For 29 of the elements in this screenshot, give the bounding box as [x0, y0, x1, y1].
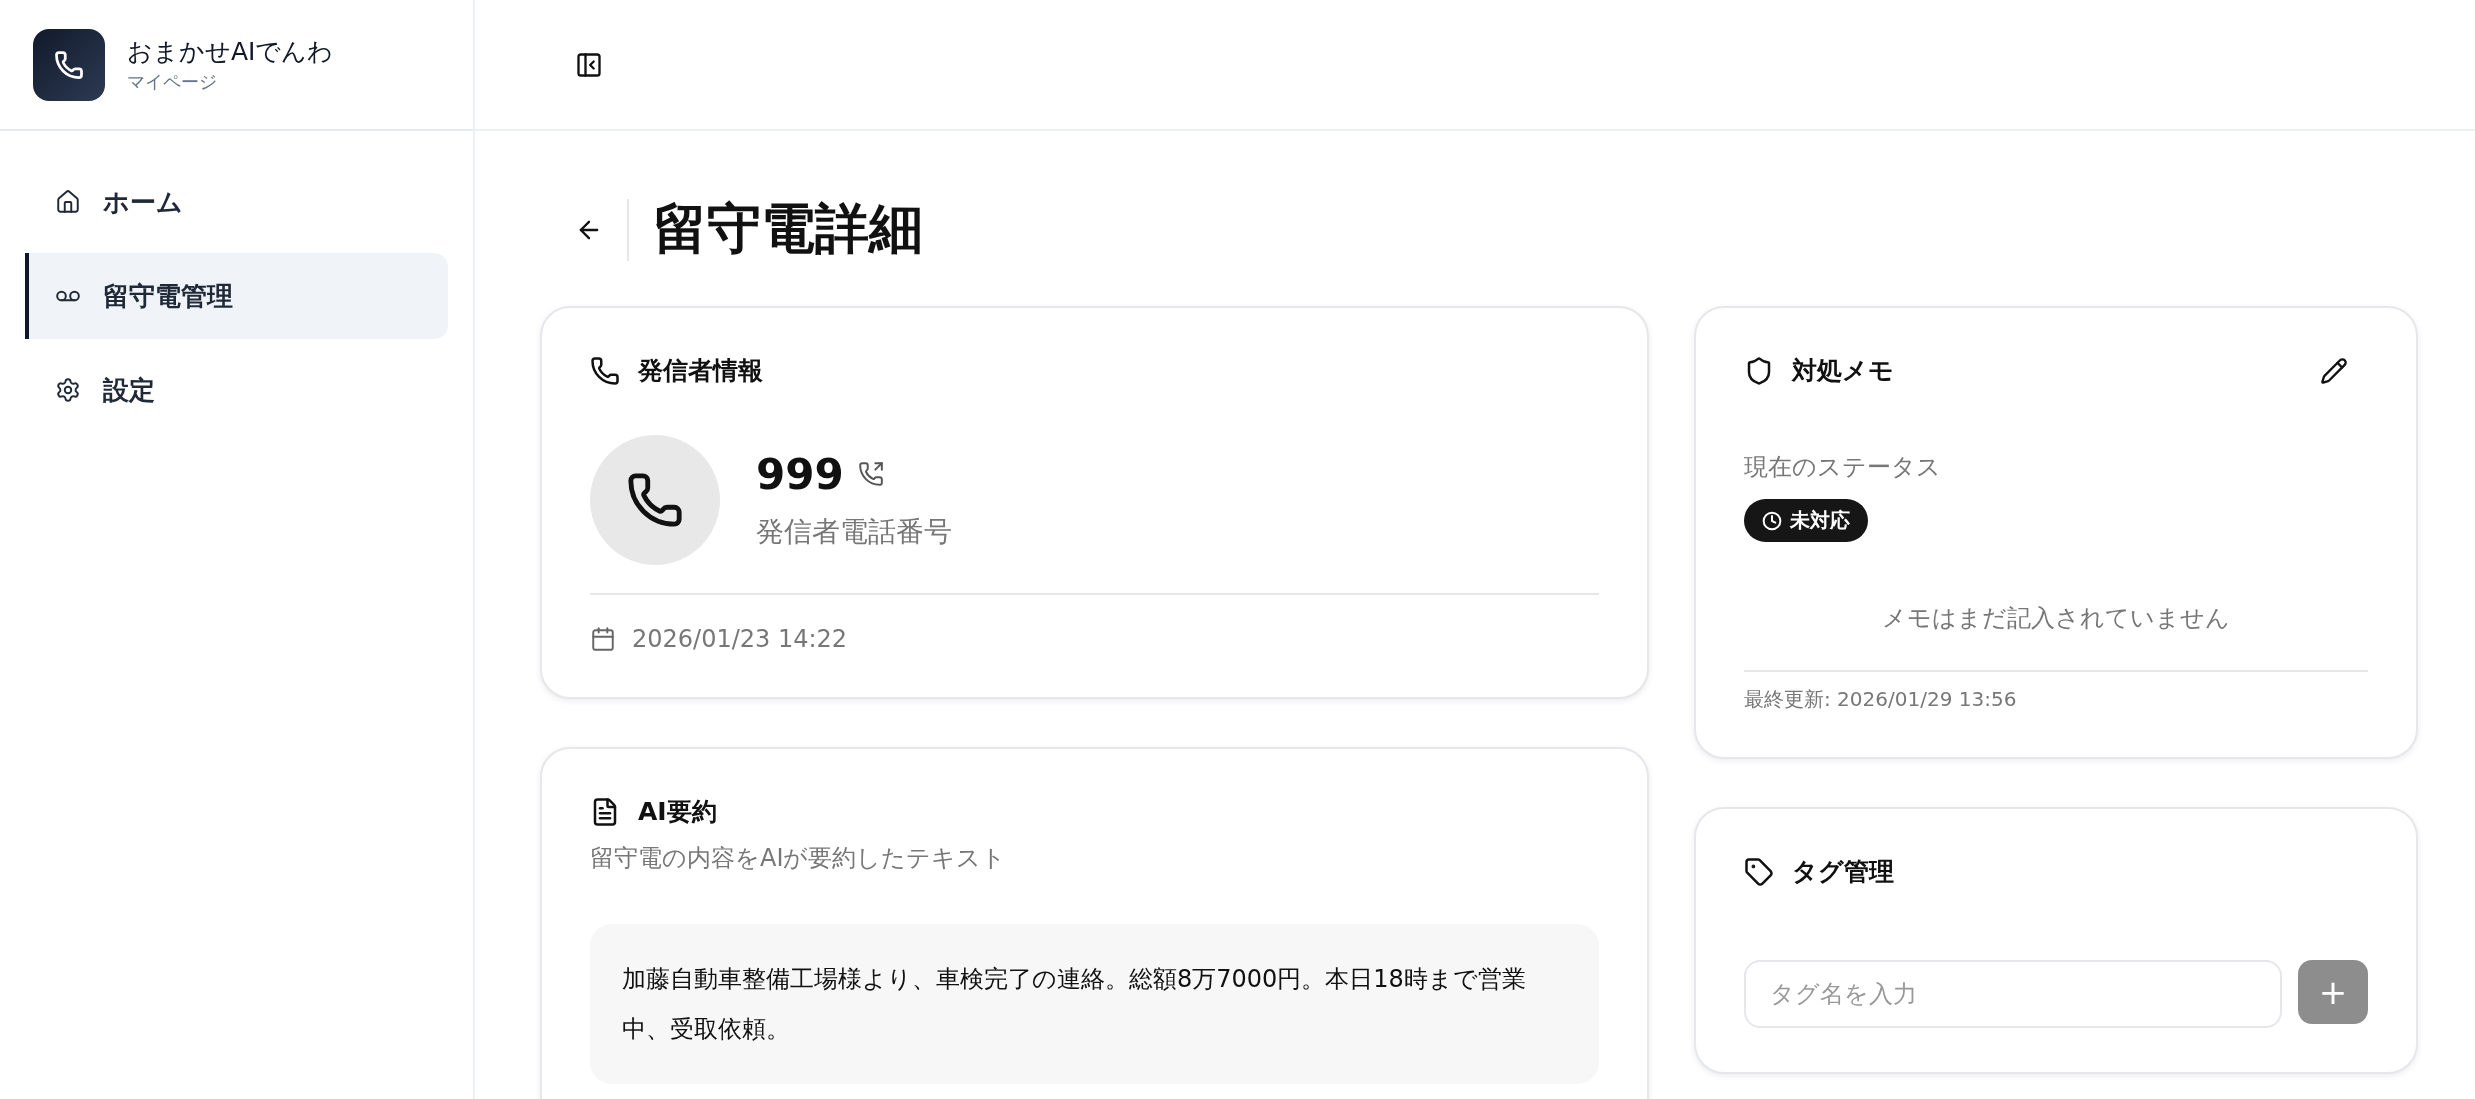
card-title: 発信者情報 — [638, 355, 763, 387]
received-datetime: 2026/01/23 14:22 — [632, 625, 848, 653]
tag-icon — [1744, 856, 1774, 887]
page-title: 留守電詳細 — [653, 196, 923, 262]
nav-item[interactable]: 設定 — [25, 347, 448, 433]
caller-number: 999 — [756, 449, 844, 499]
calendar-icon — [590, 626, 616, 652]
nav-item[interactable]: ホーム — [25, 159, 448, 245]
edit-button[interactable] — [2320, 356, 2348, 385]
card-title: 対処メモ — [1792, 355, 1894, 387]
card-title: AI要約 — [638, 796, 717, 828]
phone-outgoing-icon[interactable] — [857, 461, 884, 487]
card-subtitle: 留守電の内容をAIが要約したテキスト — [590, 844, 1007, 872]
app-name: おまかせAIでんわ — [127, 36, 334, 68]
settings-icon — [55, 377, 81, 403]
clock-icon — [1762, 510, 1782, 531]
status-badge: 未対応 — [1744, 499, 1868, 542]
sidebar-toggle-button[interactable] — [575, 50, 603, 79]
phone-icon — [590, 355, 620, 386]
caller-number-label: 発信者電話番号 — [756, 513, 952, 550]
status-label: 現在のステータス — [1744, 452, 1942, 483]
nav-item[interactable]: 留守電管理 — [25, 253, 448, 339]
last-updated: 最終更新: 2026/01/29 13:56 — [1744, 687, 2017, 711]
card-title: タグ管理 — [1792, 856, 1894, 888]
empty-memo-text: メモはまだ記入されていません — [1744, 602, 2368, 672]
home-icon — [55, 189, 81, 215]
app-subtitle: マイページ — [127, 70, 218, 94]
tag-input-field[interactable]: タグ名を入力 — [1744, 960, 2282, 1028]
summary-text: 加藤自動車整備工場様より、車検完了の連絡。総額8万7000円。本日18時まで営業中、受取依頼。 — [590, 924, 1599, 1084]
